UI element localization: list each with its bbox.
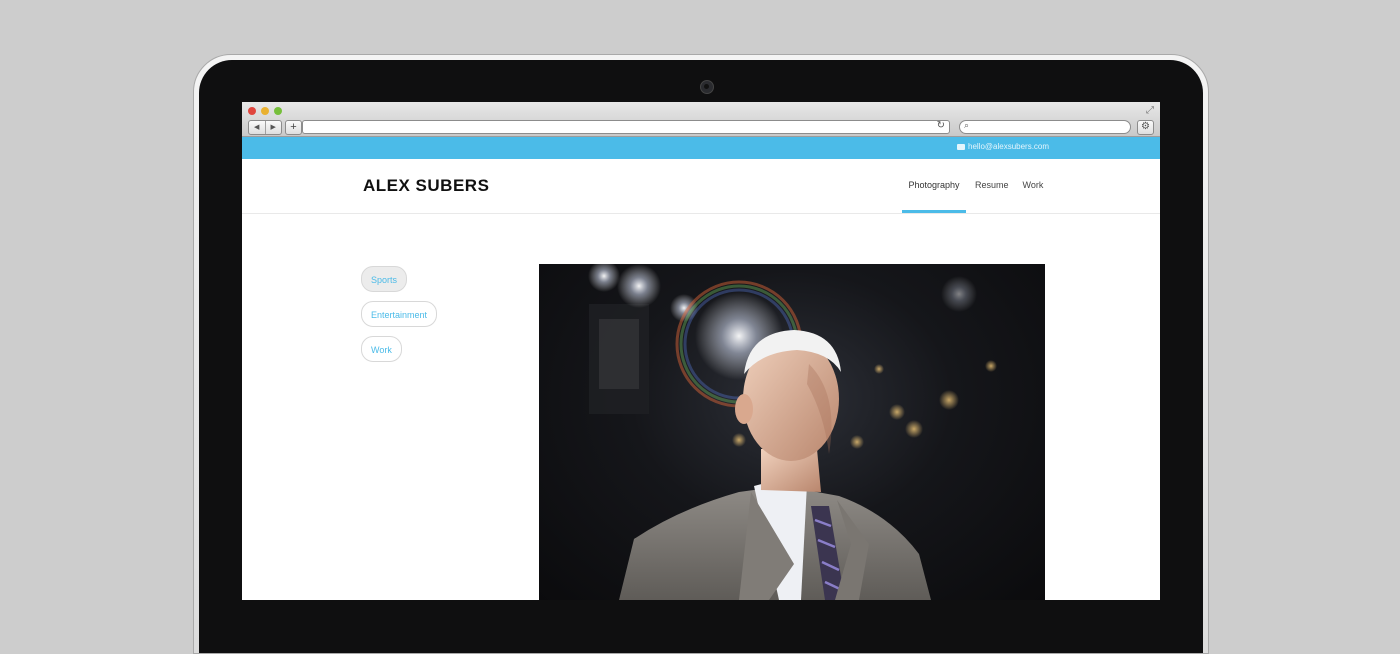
forward-icon[interactable]: ▶ (266, 121, 282, 134)
browser-screen: ⤢ ◀ ▶ + ↻ ⌕ ⚙ hello@alexsubers.com ALEX … (242, 102, 1160, 600)
nav-work[interactable]: Work (1016, 159, 1051, 213)
close-window-button[interactable] (248, 107, 256, 115)
nav-resume[interactable]: Resume (968, 159, 1016, 213)
zoom-window-button[interactable] (274, 107, 282, 115)
site-top-bar: hello@alexsubers.com (242, 137, 1160, 159)
contact-email-text[interactable]: hello@alexsubers.com (968, 142, 1049, 151)
search-icon: ⌕ (964, 120, 970, 130)
main-nav: Photography Resume Work (902, 159, 1050, 213)
history-buttons: ◀ ▶ (248, 120, 282, 135)
nav-photography[interactable]: Photography (902, 159, 966, 213)
resize-icon[interactable]: ⤢ (1146, 105, 1154, 116)
category-entertainment[interactable]: Entertainment (361, 301, 438, 327)
site-header: ALEX SUBERS Photography Resume Work (242, 159, 1160, 214)
add-tab-icon[interactable]: + (285, 120, 302, 135)
gear-icon[interactable]: ⚙ (1137, 120, 1154, 135)
address-bar[interactable]: ↻ (302, 120, 950, 134)
browser-search-field[interactable]: ⌕ (959, 120, 1131, 134)
category-work[interactable]: Work (361, 336, 402, 362)
browser-toolbar: ⤢ ◀ ▶ + ↻ ⌕ ⚙ (242, 102, 1160, 137)
envelope-icon (957, 143, 965, 150)
photo-illustration (588, 264, 997, 600)
reload-icon[interactable]: ↻ (937, 120, 945, 131)
contact-email[interactable]: hello@alexsubers.com (957, 142, 1049, 151)
minimize-window-button[interactable] (261, 107, 269, 115)
featured-photo[interactable] (539, 264, 1045, 600)
site-logo[interactable]: ALEX SUBERS (363, 176, 489, 196)
category-sports[interactable]: Sports (361, 266, 408, 292)
webcam (700, 80, 714, 94)
back-icon[interactable]: ◀ (249, 121, 266, 134)
